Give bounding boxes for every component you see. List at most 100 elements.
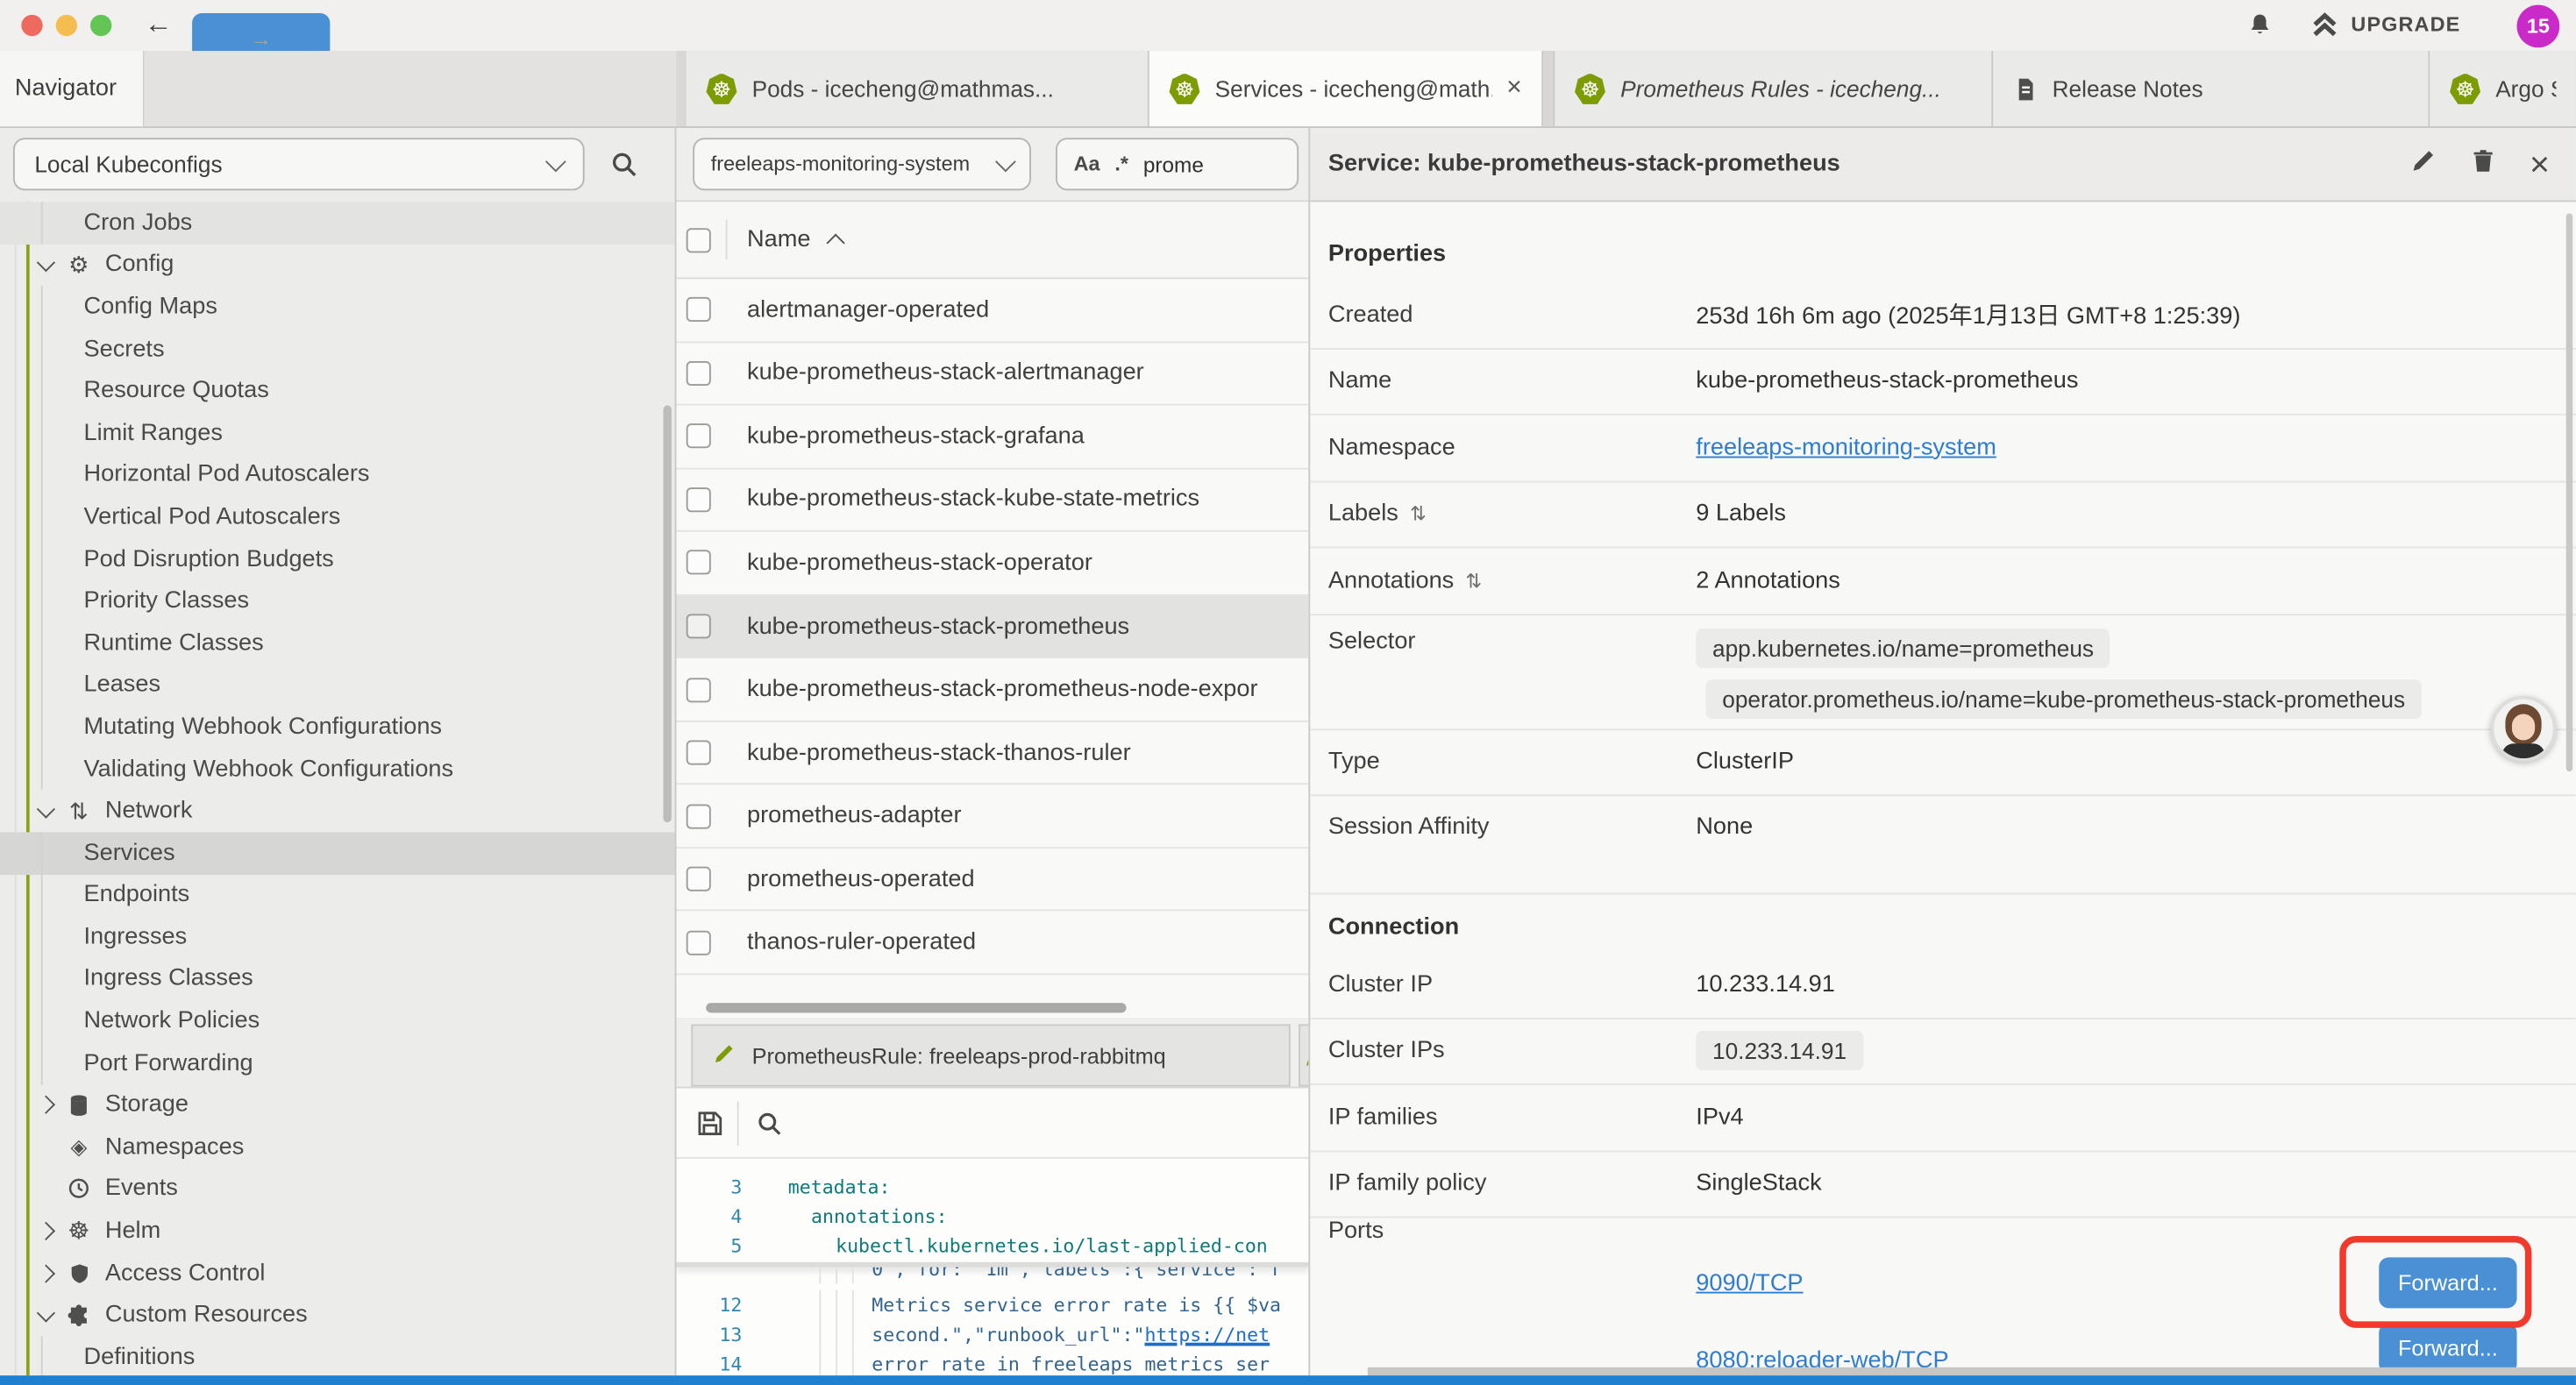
- sidebar-item-helm[interactable]: ☸Helm: [0, 1211, 675, 1253]
- panel-scrollbar[interactable]: [2566, 213, 2572, 771]
- match-case-toggle[interactable]: Aa: [1074, 153, 1100, 175]
- sidebar-item-config[interactable]: ⚙Config: [0, 244, 675, 286]
- table-row-thanos-ruler-operated[interactable]: thanos-ruler-operated: [676, 912, 1308, 975]
- edit-service-icon[interactable]: [2409, 148, 2436, 182]
- sidebar-item-network-policies[interactable]: Network Policies: [0, 1000, 675, 1042]
- code-link[interactable]: https://net: [1144, 1323, 1270, 1346]
- table-row-kube-prometheus-stack-thanos-rul[interactable]: kube-prometheus-stack-thanos-ruler: [676, 722, 1308, 785]
- sidebar-item-access-control[interactable]: Access Control: [0, 1252, 675, 1294]
- sidebar-item-services[interactable]: Services: [0, 832, 675, 874]
- sidebar-search-icon[interactable]: [609, 149, 639, 187]
- detail-label: Session Affinity: [1310, 814, 1696, 841]
- sort-toggle-icon[interactable]: ⇅: [1465, 569, 1482, 592]
- column-header-name[interactable]: Name: [747, 226, 810, 252]
- row-checkbox[interactable]: [687, 361, 711, 386]
- close-panel-icon[interactable]: ×: [2530, 148, 2550, 181]
- row-checkbox[interactable]: [687, 867, 711, 891]
- detail-label: IP family policy: [1310, 1171, 1696, 1197]
- delete-service-icon[interactable]: [2471, 148, 2495, 182]
- sidebar-item-namespaces[interactable]: ◈Namespaces: [0, 1126, 675, 1168]
- detail-label-text: Cluster IP: [1328, 971, 1433, 998]
- row-checkbox[interactable]: [687, 930, 711, 955]
- port-link[interactable]: 9090/TCP: [1696, 1269, 1803, 1296]
- kubeconfig-selector[interactable]: Local Kubeconfigs: [13, 138, 585, 190]
- dock-tab-prometheusrule[interactable]: PrometheusRule: freeleaps-prod-rabbitmq: [691, 1024, 1290, 1086]
- namespace-icon: ◈: [64, 1134, 94, 1161]
- select-all-checkbox[interactable]: [687, 227, 711, 252]
- tab-prometheus-rules-icecheng[interactable]: ☸Prometheus Rules - icecheng...: [1553, 51, 1993, 126]
- sidebar-item-limit-ranges[interactable]: Limit Ranges: [0, 412, 675, 454]
- panel-horizontal-scrollbar[interactable]: [1368, 1367, 2576, 1375]
- detail-link[interactable]: freeleaps-monitoring-system: [1696, 435, 1996, 461]
- services-table: alertmanager-operatedkube-prometheus-sta…: [676, 279, 1308, 975]
- save-icon[interactable]: [696, 1110, 724, 1146]
- namespace-selector[interactable]: freeleaps-monitoring-system: [693, 138, 1031, 190]
- tab-argo-se[interactable]: ☸Argo Se: [2430, 51, 2576, 126]
- sidebar-item-label: Storage: [105, 1092, 189, 1119]
- tab-navigator[interactable]: Navigator: [0, 51, 145, 126]
- sidebar-item-leases[interactable]: Leases: [0, 664, 675, 706]
- table-row-prometheus-adapter[interactable]: prometheus-adapter: [676, 785, 1308, 849]
- sidebar-item-config-maps[interactable]: Config Maps: [0, 286, 675, 328]
- table-row-kube-prometheus-stack-alertmanag[interactable]: kube-prometheus-stack-alertmanager: [676, 343, 1308, 406]
- table-row-kube-prometheus-stack-prometheus[interactable]: kube-prometheus-stack-prometheus: [676, 595, 1308, 658]
- close-tab-icon[interactable]: ×: [1506, 75, 1521, 102]
- editor-search-icon[interactable]: [755, 1110, 783, 1146]
- table-row-prometheus-operated[interactable]: prometheus-operated: [676, 849, 1308, 912]
- sidebar-item-definitions[interactable]: Definitions: [0, 1336, 675, 1375]
- row-checkbox[interactable]: [687, 741, 711, 765]
- row-checkbox[interactable]: [687, 804, 711, 828]
- row-checkbox[interactable]: [687, 424, 711, 449]
- sidebar-item-port-forwarding[interactable]: Port Forwarding: [0, 1042, 675, 1084]
- table-row-kube-prometheus-stack-grafana[interactable]: kube-prometheus-stack-grafana: [676, 406, 1308, 469]
- value-badge: 10.233.14.91: [1696, 1031, 1863, 1070]
- indent-guide: [836, 1319, 837, 1349]
- sidebar-item-pod-disruption-budgets[interactable]: Pod Disruption Budgets: [0, 538, 675, 580]
- row-checkbox[interactable]: [687, 487, 711, 512]
- back-arrow-icon[interactable]: ←: [145, 6, 173, 42]
- sidebar-item-runtime-classes[interactable]: Runtime Classes: [0, 622, 675, 664]
- sidebar-item-endpoints[interactable]: Endpoints: [0, 874, 675, 916]
- table-search-input[interactable]: Aa .* prome: [1056, 138, 1299, 190]
- maximize-window-button[interactable]: [90, 15, 111, 36]
- assistant-avatar[interactable]: [2491, 696, 2557, 762]
- row-checkbox[interactable]: [687, 677, 711, 701]
- row-checkbox[interactable]: [687, 614, 711, 638]
- sidebar-item-storage[interactable]: Storage: [0, 1084, 675, 1126]
- table-row-alertmanager-operated[interactable]: alertmanager-operated: [676, 279, 1308, 342]
- sidebar-item-custom-resources[interactable]: Custom Resources: [0, 1294, 675, 1336]
- sidebar-item-cron-jobs[interactable]: Cron Jobs: [0, 202, 675, 244]
- close-window-button[interactable]: [21, 15, 42, 36]
- sidebar-item-mutating-webhook-configurations[interactable]: Mutating Webhook Configurations: [0, 706, 675, 748]
- sidebar-item-priority-classes[interactable]: Priority Classes: [0, 580, 675, 622]
- sidebar-item-horizontal-pod-autoscalers[interactable]: Horizontal Pod Autoscalers: [0, 454, 675, 496]
- bell-icon[interactable]: [2246, 11, 2274, 47]
- sidebar-item-resource-quotas[interactable]: Resource Quotas: [0, 370, 675, 412]
- notification-count-badge[interactable]: 15: [2517, 5, 2560, 48]
- row-checkbox[interactable]: [687, 297, 711, 322]
- sidebar-item-secrets[interactable]: Secrets: [0, 328, 675, 370]
- upgrade-button[interactable]: UPGRADE: [2310, 10, 2461, 39]
- row-checkbox[interactable]: [687, 550, 711, 575]
- regex-toggle[interactable]: .*: [1114, 153, 1128, 175]
- sidebar-item-ingresses[interactable]: Ingresses: [0, 916, 675, 958]
- tab-release-notes[interactable]: Release Notes: [1993, 51, 2430, 126]
- sort-toggle-icon[interactable]: ⇅: [1410, 502, 1427, 525]
- table-horizontal-scrollbar[interactable]: [706, 1003, 1126, 1012]
- sidebar-item-validating-webhook-configuration[interactable]: Validating Webhook Configurations: [0, 748, 675, 790]
- sidebar-item-events[interactable]: Events: [0, 1168, 675, 1211]
- dock-tab-partial[interactable]: [1299, 1024, 1308, 1086]
- sidebar-item-ingress-classes[interactable]: Ingress Classes: [0, 958, 675, 1000]
- tab-pods-icecheng-mathmas[interactable]: ☸Pods - icecheng@mathmas...: [687, 51, 1149, 126]
- minimize-window-button[interactable]: [56, 15, 77, 36]
- yaml-editor[interactable]: 3metadata:4annotations:5kubectl.kubernet…: [676, 1159, 1308, 1375]
- table-row-kube-prometheus-stack-operator[interactable]: kube-prometheus-stack-operator: [676, 532, 1308, 595]
- forward-button[interactable]: Forward...: [2379, 1323, 2516, 1374]
- sidebar-item-network[interactable]: ⇅Network: [0, 790, 675, 832]
- table-row-kube-prometheus-stack-prometheus[interactable]: kube-prometheus-stack-prometheus-node-ex…: [676, 658, 1308, 721]
- sidebar-scrollbar[interactable]: [663, 406, 671, 823]
- sidebar-item-vertical-pod-autoscalers[interactable]: Vertical Pod Autoscalers: [0, 496, 675, 538]
- table-row-kube-prometheus-stack-kube-state[interactable]: kube-prometheus-stack-kube-state-metrics: [676, 469, 1308, 532]
- tab-services-icecheng-math[interactable]: ☸Services - icecheng@math...×: [1149, 51, 1543, 126]
- forward-button[interactable]: Forward...: [2379, 1257, 2516, 1308]
